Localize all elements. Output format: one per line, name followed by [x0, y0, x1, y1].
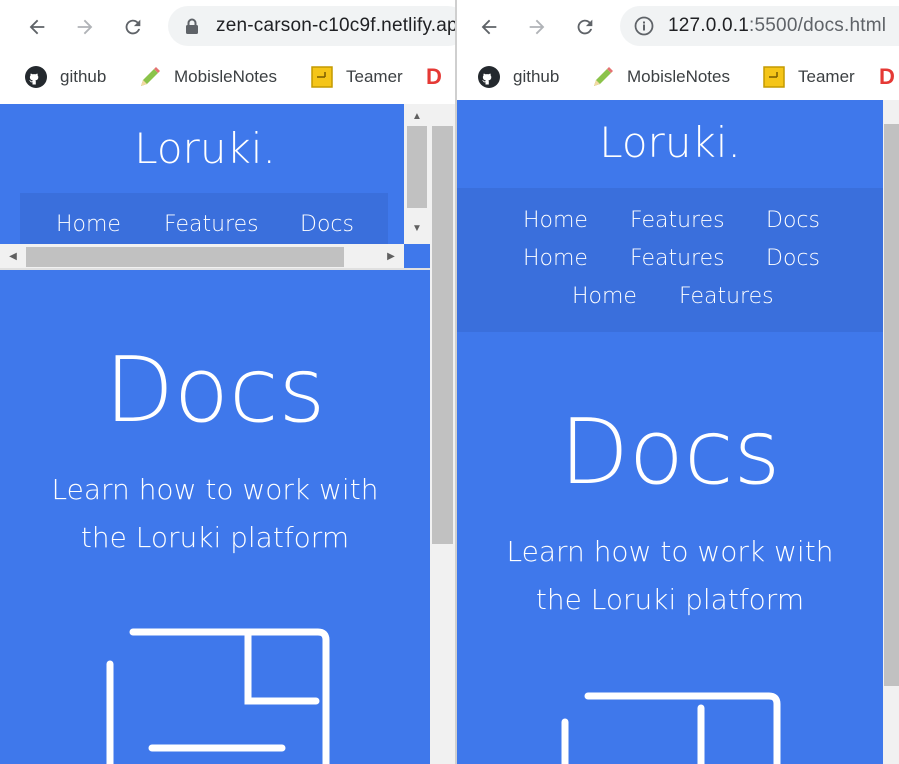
bookmark-mobislenotes[interactable]: MobisleNotes	[591, 62, 730, 92]
nav-docs-link[interactable]: Docs	[300, 212, 354, 237]
bookmark-d[interactable]: D	[426, 62, 442, 92]
docs-illustration-icon	[106, 628, 330, 764]
back-button[interactable]	[22, 12, 52, 42]
pencil-icon	[591, 65, 615, 89]
bookmark-label: github	[60, 67, 107, 86]
hero-subtitle-line-1: Learn how to work with	[506, 535, 834, 568]
forward-button[interactable]	[522, 12, 552, 42]
nav-home-link[interactable]: Home	[523, 246, 588, 271]
scroll-left-icon[interactable]: ◀	[6, 250, 20, 264]
hero-subtitle-line-2: the Loruki platform	[80, 521, 350, 554]
hero-subtitle-line-1: Learn how to work with	[51, 473, 379, 506]
reload-button[interactable]	[570, 12, 600, 42]
forward-arrow-icon	[529, 19, 545, 35]
scroll-up-icon[interactable]: ▲	[410, 110, 424, 124]
browser-toolbar: zen-carson-c10c9f.netlify.app	[0, 0, 455, 56]
forward-arrow-icon	[77, 19, 93, 35]
page-vertical-scroll-thumb[interactable]	[432, 126, 453, 544]
info-icon	[634, 16, 654, 36]
back-arrow-icon	[481, 19, 497, 35]
frame-vertical-scroll-thumb[interactable]	[407, 126, 427, 208]
site-logo[interactable]: Loruki.	[0, 124, 410, 173]
bookmark-github[interactable]: github	[24, 62, 106, 92]
bookmark-label: Teamer	[798, 67, 855, 86]
frame-vertical-scrollbar[interactable]: ▲ ▼	[404, 104, 430, 244]
url-path: :5500/docs.html	[749, 15, 887, 36]
nav-features-link[interactable]: Features	[630, 246, 725, 271]
page-viewport: Loruki. Home Features Docs ▲ ▼ ◀ ▶ Docs …	[0, 104, 430, 764]
pencil-icon	[138, 65, 162, 89]
scroll-down-icon[interactable]: ▼	[410, 222, 424, 236]
page-viewport: Loruki. Home Features Docs Home Features…	[457, 100, 883, 764]
reload-icon	[125, 19, 141, 35]
left-browser-window: zen-carson-c10c9f.netlify.app github Mob…	[0, 0, 455, 764]
bookmark-mobislenotes[interactable]: MobisleNotes	[138, 62, 277, 92]
hero-title: Docs	[104, 338, 326, 443]
site-navbar: Home Features Docs Home Features Docs Ho…	[457, 188, 883, 332]
bookmark-teamer[interactable]: Teamer	[762, 62, 855, 92]
bookmark-label: github	[513, 67, 560, 86]
hero-title: Docs	[559, 400, 781, 505]
bookmark-d[interactable]: D	[879, 62, 895, 92]
d-icon: D	[879, 64, 895, 89]
bookmark-label: Teamer	[346, 67, 403, 86]
bookmark-github[interactable]: github	[477, 62, 559, 92]
reload-icon	[577, 19, 593, 35]
url-host: 127.0.0.1	[668, 15, 750, 36]
page-vertical-scrollbar[interactable]	[430, 104, 455, 764]
nav-docs-link[interactable]: Docs	[766, 208, 820, 233]
url-text: 127.0.0.1:5500/docs.html	[668, 15, 886, 37]
frame-horizontal-scrollbar[interactable]: ◀ ▶	[0, 244, 404, 268]
bookmark-teamer[interactable]: Teamer	[310, 62, 403, 92]
back-arrow-icon	[29, 19, 45, 35]
address-bar[interactable]: zen-carson-c10c9f.netlify.app	[168, 6, 455, 46]
nav-features-link[interactable]: Features	[164, 212, 259, 237]
frame-horizontal-scroll-thumb[interactable]	[26, 247, 344, 267]
back-button[interactable]	[474, 12, 504, 42]
reload-button[interactable]	[118, 12, 148, 42]
browser-toolbar: 127.0.0.1:5500/docs.html	[457, 0, 899, 56]
teamer-icon	[310, 65, 334, 89]
site-logo[interactable]: Loruki.	[457, 118, 883, 167]
page-vertical-scrollbar[interactable]	[883, 100, 899, 764]
page-vertical-scroll-thumb[interactable]	[884, 124, 899, 686]
bookmark-label: MobisleNotes	[627, 67, 730, 86]
forward-button[interactable]	[70, 12, 100, 42]
address-bar[interactable]: 127.0.0.1:5500/docs.html	[620, 6, 899, 46]
bookmark-label: MobisleNotes	[174, 67, 277, 86]
bookmarks-bar: github MobisleNotes Teamer D	[0, 56, 455, 98]
nav-home-link[interactable]: Home	[523, 208, 588, 233]
hero-subtitle-line-2: the Loruki platform	[535, 583, 805, 616]
docs-illustration-icon	[561, 692, 781, 764]
nav-home-link[interactable]: Home	[572, 284, 637, 309]
nav-docs-link[interactable]: Docs	[766, 246, 820, 271]
url-text: zen-carson-c10c9f.netlify.app	[216, 15, 455, 36]
github-icon	[477, 65, 501, 89]
nav-home-link[interactable]: Home	[56, 212, 121, 237]
github-icon	[24, 65, 48, 89]
lock-icon	[182, 16, 202, 36]
nav-features-link[interactable]: Features	[630, 208, 725, 233]
nav-features-link[interactable]: Features	[679, 284, 774, 309]
d-icon: D	[426, 64, 442, 89]
embedded-frame: Loruki. Home Features Docs ▲ ▼ ◀ ▶	[0, 104, 430, 270]
right-browser-window: 127.0.0.1:5500/docs.html github MobisleN…	[455, 0, 899, 764]
teamer-icon	[762, 65, 786, 89]
bookmarks-bar: github MobisleNotes Teamer D	[457, 56, 899, 98]
scroll-right-icon[interactable]: ▶	[384, 250, 398, 264]
